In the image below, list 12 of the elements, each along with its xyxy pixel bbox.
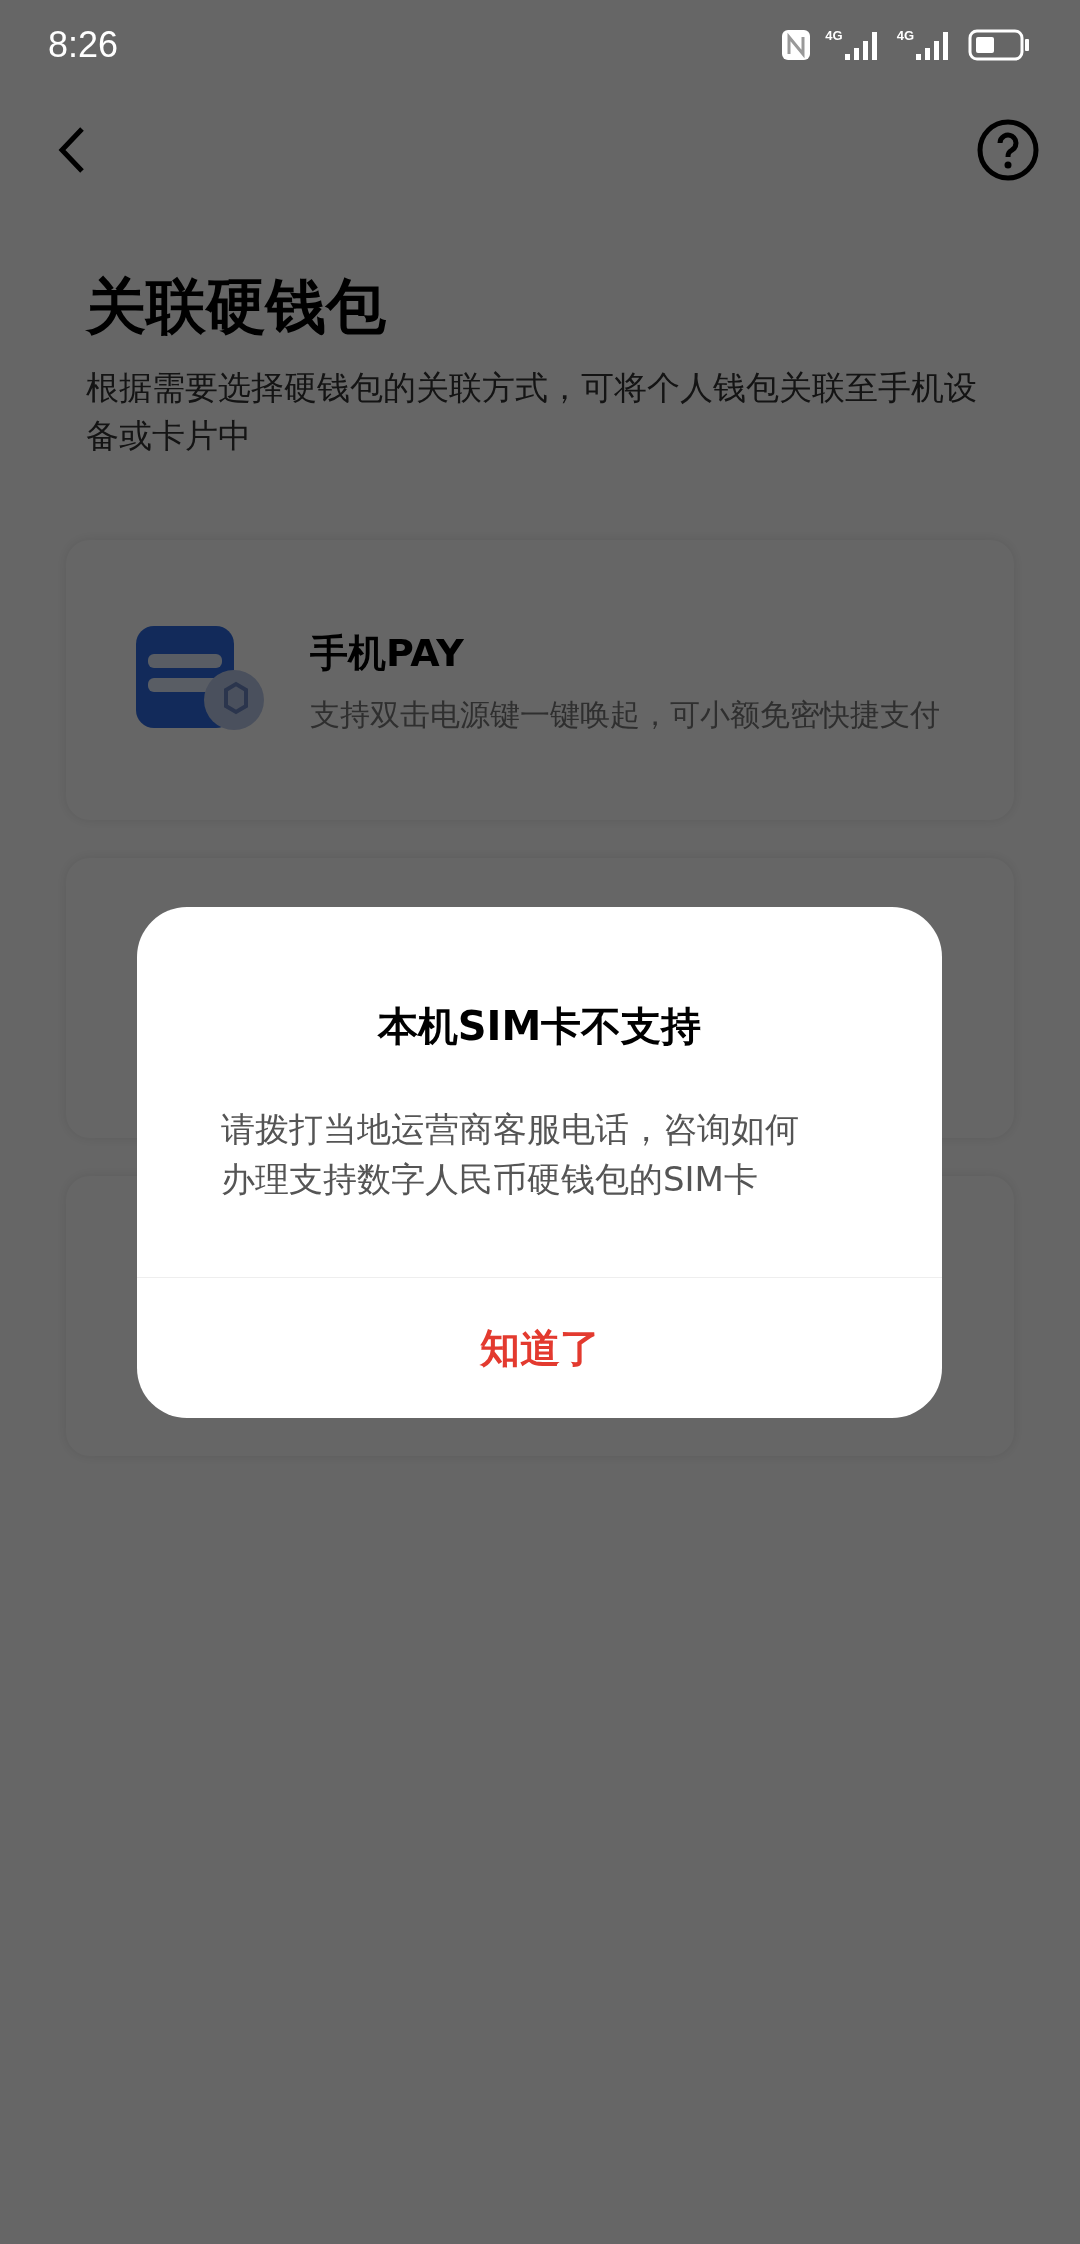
- nfc-icon: [781, 29, 812, 61]
- network-type-label: 4G: [825, 28, 843, 43]
- option-title: 手机PAY: [310, 630, 465, 677]
- battery-icon: [968, 29, 1030, 61]
- page-subtitle: 根据需要选择硬钱包的关联方式，可将个人钱包关联至手机设备或卡片中: [86, 367, 978, 457]
- page-title: 关联硬钱包: [86, 270, 387, 342]
- dialog-title: 本机SIM卡不支持: [377, 1002, 702, 1051]
- status-time: 8:26: [48, 24, 119, 66]
- dialog-message: 请拨打当地运营商客服电话，咨询如何办理支持数字人民币硬钱包的SIM卡: [221, 1108, 800, 1201]
- confirm-button[interactable]: 知道了: [137, 1278, 942, 1418]
- network-type-label: 4G: [896, 28, 914, 43]
- help-button[interactable]: [976, 118, 1040, 182]
